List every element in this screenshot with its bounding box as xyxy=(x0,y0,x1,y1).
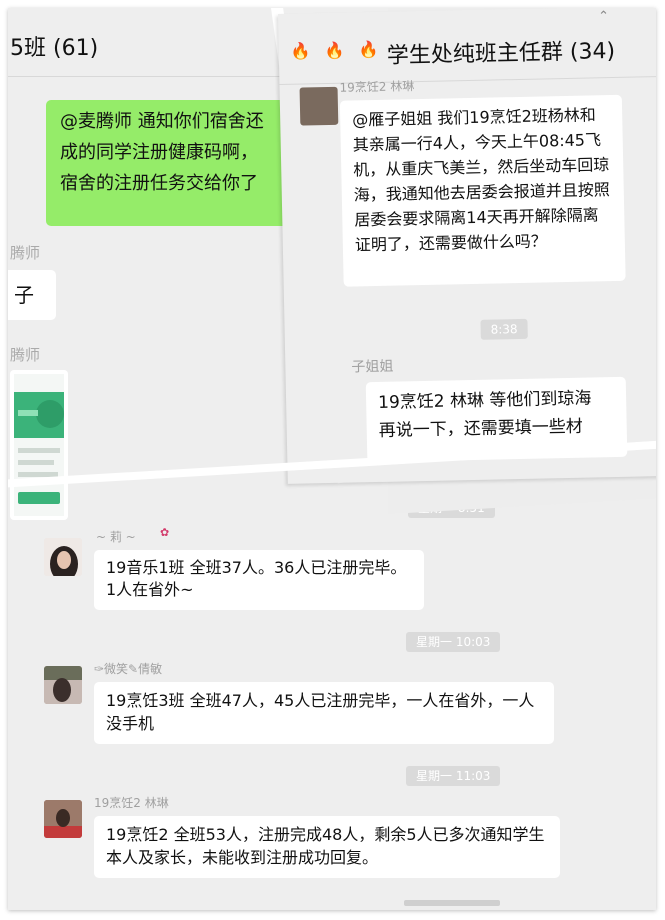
message-line: 19音乐1班 全班37人。36人已注册完毕。 xyxy=(106,558,407,577)
chat-panel-teachers-group: 🔥🔥🔥 学生处纯班主任群 (34) ⌃ 19烹饪2 林琳 @雁子姐姐 我们19烹… xyxy=(278,8,656,484)
message-line: 1人在省外~ xyxy=(106,580,194,599)
incoming-message-bubble[interactable]: 19烹饪3班 全班47人，45人已注册完毕，一人在省外，一人 没手机 xyxy=(94,682,554,744)
avatar[interactable] xyxy=(44,666,82,704)
flower-icon: ✿ xyxy=(160,526,170,539)
timestamp-badge: 星期一 10:03 xyxy=(406,632,501,652)
chat-title: 5班 (61) xyxy=(10,36,99,61)
flame-icon: 🔥 xyxy=(290,41,325,61)
message-text: @雁子姐姐 我们19烹饪2班杨林和其亲属一行4人，今天上午08:45飞机，从重庆… xyxy=(352,105,610,255)
sender-name: 腾师 xyxy=(10,244,41,262)
sender-name: ✑微笑✎倩敏 xyxy=(94,662,163,676)
chat-title: 学生处纯班主任群 (34) xyxy=(386,38,616,69)
message-line: 19烹饪2 全班53人，注册完成48人，剩余5人已多次通知学生 xyxy=(106,825,545,844)
scroll-up-arrow[interactable] xyxy=(396,498,426,500)
incoming-message-bubble[interactable]: 19音乐1班 全班37人。36人已注册完毕。 1人在省外~ xyxy=(94,550,424,610)
sender-name: 子姐姐 xyxy=(351,358,394,376)
avatar-image xyxy=(44,666,82,704)
avatar[interactable] xyxy=(44,800,82,838)
timestamp-badge: 星期一 8:51 xyxy=(408,498,495,518)
message-line: 再说一下，还需要填一些材 xyxy=(378,416,583,441)
message-line: 本人及家长，未能收到注册成功回复。 xyxy=(106,848,379,867)
header-divider xyxy=(279,75,656,85)
bottom-scroll-indicator[interactable] xyxy=(404,900,500,906)
chat-panel-registration: 星期一 8:51 ~ 莉 ~ ✿ 19音乐1班 全班37人。36人已注册完毕。 … xyxy=(8,498,656,910)
message-line: 19烹饪3班 全班47人，45人已注册完毕，一人在省外，一人 xyxy=(106,691,535,710)
avatar-image xyxy=(44,538,82,576)
avatar[interactable] xyxy=(44,538,82,576)
screenshot-frame: 5班 (61) @麦腾师 通知你们宿舍还 成的同学注册健康码啊， 宿舍的注册任务… xyxy=(8,8,656,910)
message-text: 子 xyxy=(14,283,34,307)
app-screenshot-image xyxy=(14,374,64,516)
flame-icon: 🔥 xyxy=(324,40,359,61)
incoming-message-bubble[interactable]: @雁子姐姐 我们19烹饪2班杨林和其亲属一行4人，今天上午08:45飞机，从重庆… xyxy=(339,94,626,287)
incoming-message-bubble[interactable]: 子 xyxy=(8,270,56,320)
sender-name: 19烹饪2 林琳 xyxy=(94,796,169,810)
incoming-message-bubble[interactable]: 19烹饪2 全班53人，注册完成48人，剩余5人已多次通知学生 本人及家长，未能… xyxy=(94,816,560,878)
sender-name: 腾师 xyxy=(10,346,41,364)
avatar-image xyxy=(44,800,82,838)
timestamp-badge: 星期一 11:03 xyxy=(406,766,501,786)
avatar[interactable] xyxy=(299,86,339,126)
message-line: 没手机 xyxy=(106,714,155,733)
window-minimize-icon[interactable]: ⌃ xyxy=(598,9,609,24)
sender-name: 19烹饪2 林琳 xyxy=(339,79,415,95)
title-decoration: 🔥🔥🔥 xyxy=(291,40,393,61)
timestamp-badge: 8:38 xyxy=(480,318,528,340)
image-message-thumbnail[interactable] xyxy=(10,370,68,520)
